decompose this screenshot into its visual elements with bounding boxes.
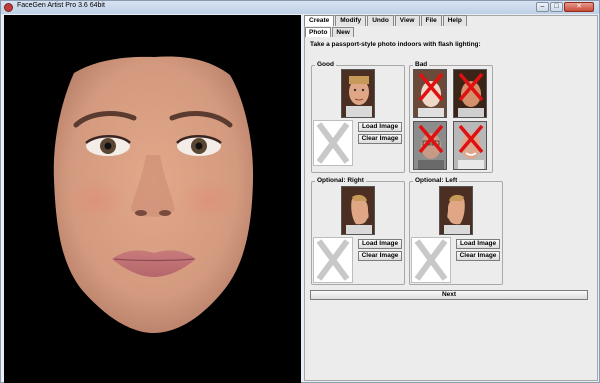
good-load-image-button[interactable]: Load Image <box>358 122 402 132</box>
close-button[interactable]: ✕ <box>564 2 594 12</box>
next-button[interactable]: Next <box>310 290 588 300</box>
right-photo-placeholder <box>313 237 353 283</box>
left-clear-image-button[interactable]: Clear Image <box>456 251 500 261</box>
bad-group-title: Bad <box>413 61 430 68</box>
left-photo-placeholder <box>411 237 451 283</box>
empty-image-x-icon <box>316 122 350 164</box>
tab-photo[interactable]: Photo <box>305 27 332 37</box>
maximize-button[interactable]: □ <box>550 2 563 12</box>
minimize-button[interactable]: – <box>536 2 549 12</box>
right-load-image-button[interactable]: Load Image <box>358 239 402 249</box>
bad-example-photo-1 <box>413 69 447 118</box>
tab-modify[interactable]: Modify <box>335 15 367 26</box>
sub-tab-bar: Photo New <box>305 27 355 37</box>
right-clear-image-button[interactable]: Clear Image <box>358 251 402 261</box>
title-bar: FaceGen Artist Pro 3.6 64bit – □ ✕ <box>1 1 599 14</box>
tab-view[interactable]: View <box>394 15 420 26</box>
tab-help[interactable]: Help <box>442 15 467 26</box>
good-example-photo <box>341 69 375 118</box>
good-group-title: Good <box>315 61 336 68</box>
optional-left-title: Optional: Left <box>413 177 460 184</box>
tab-create[interactable]: Create <box>304 15 335 26</box>
tab-undo[interactable]: Undo <box>367 15 394 26</box>
app-window: FaceGen Artist Pro 3.6 64bit – □ ✕ Creat… <box>0 0 600 383</box>
menu-tab-bar: Create Modify Undo View File Help <box>304 15 468 26</box>
left-load-image-button[interactable]: Load Image <box>456 239 500 249</box>
window-title: FaceGen Artist Pro 3.6 64bit <box>17 2 105 9</box>
app-icon <box>4 3 13 12</box>
right-profile-example-photo <box>341 186 375 235</box>
empty-image-x-icon <box>414 239 448 281</box>
good-photo-placeholder <box>313 120 353 166</box>
good-clear-image-button[interactable]: Clear Image <box>358 134 402 144</box>
face-render <box>53 56 254 334</box>
left-profile-example-photo <box>439 186 473 235</box>
photo-instructions: Take a passport-style photo indoors with… <box>310 41 481 48</box>
empty-image-x-icon <box>316 239 350 281</box>
bad-example-photo-2 <box>453 69 487 118</box>
face-viewport[interactable] <box>4 15 301 383</box>
optional-right-title: Optional: Right <box>315 177 366 184</box>
bad-example-photo-3 <box>413 121 447 170</box>
tab-file[interactable]: File <box>420 15 442 26</box>
bad-example-photo-4 <box>453 121 487 170</box>
tab-new[interactable]: New <box>332 27 354 37</box>
